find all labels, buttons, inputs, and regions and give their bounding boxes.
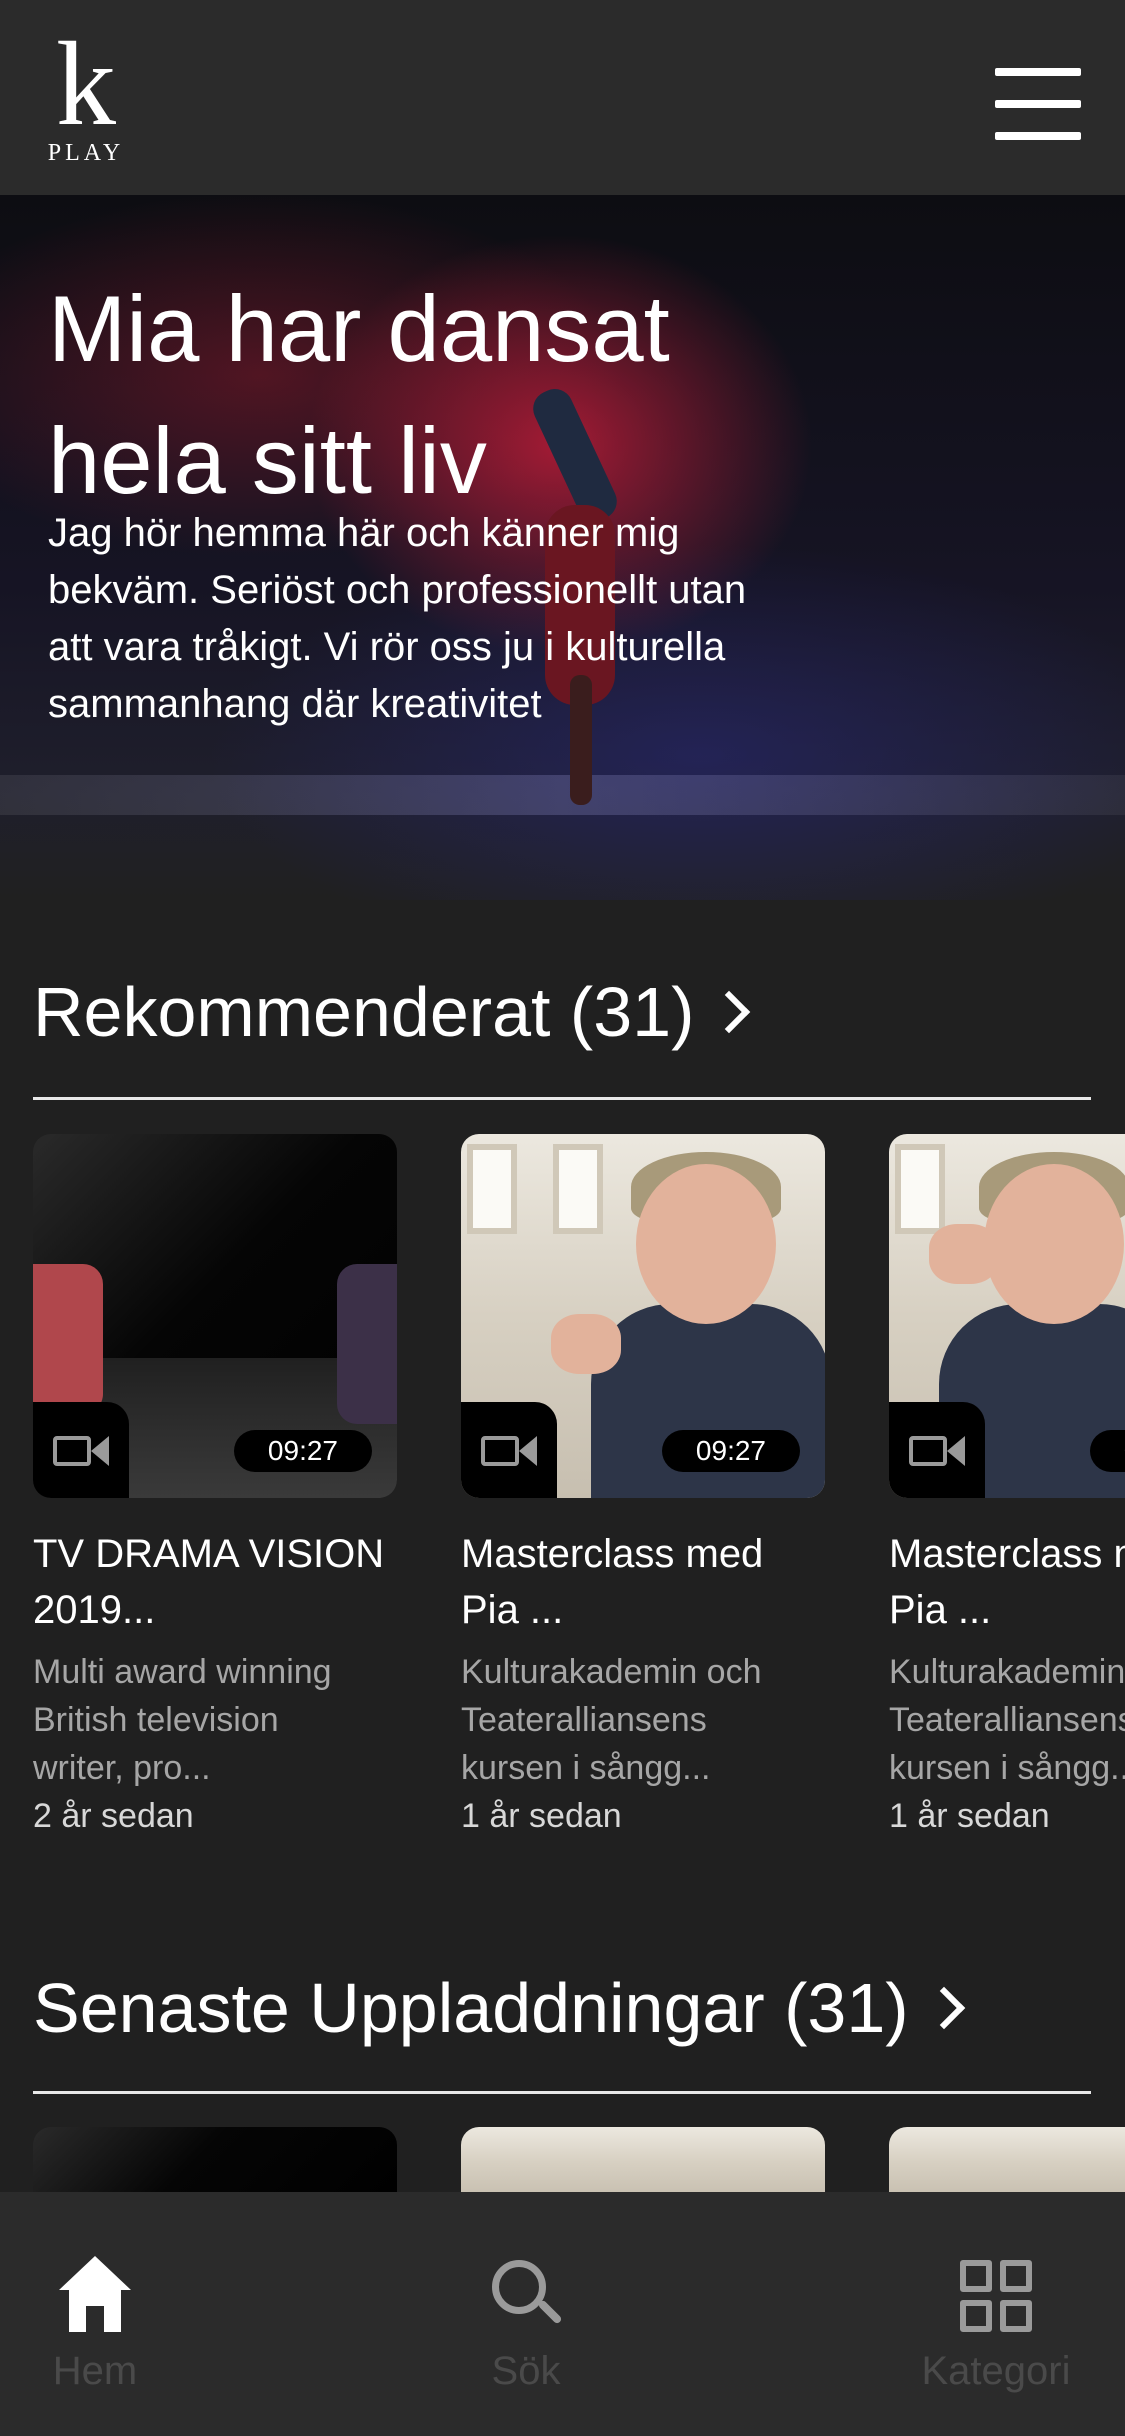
hero-text: Jag hör hemma här och känner mig bekväm.… [48, 511, 747, 726]
kplay-logo[interactable]: k PLAY [46, 24, 126, 174]
video-camera-icon [53, 1432, 109, 1468]
video-type-badge [461, 1402, 557, 1498]
video-thumbnail: 09:27 [461, 1134, 825, 1498]
nav-item-search[interactable]: Sök [396, 2192, 656, 2436]
menu-line [995, 132, 1081, 140]
section-title-label: Senaste Uppladdningar (31) [33, 1969, 909, 2047]
nav-item-home[interactable]: Hem [0, 2192, 225, 2436]
video-type-badge [33, 1402, 129, 1498]
nav-label: Sök [491, 2349, 561, 2393]
video-title: Masterclass med Pia ... [889, 1532, 1125, 1632]
section-divider [33, 1097, 1091, 1100]
nav-item-category[interactable]: Kategori [866, 2192, 1125, 2436]
menu-line [995, 100, 1081, 108]
nav-label: Hem [52, 2349, 138, 2393]
video-description: Kulturakademin och Teateralliansens kurs… [889, 1653, 1125, 1787]
video-title: TV DRAMA VISION 2019... [33, 1532, 385, 1632]
app-header: k PLAY [0, 0, 1125, 195]
grid-icon [956, 2256, 1036, 2336]
video-thumbnail[interactable] [33, 2127, 397, 2197]
logo-word: PLAY [47, 140, 125, 166]
video-title: Masterclass med Pia ... [461, 1532, 764, 1632]
video-thumbnail[interactable] [461, 2127, 825, 2197]
chevron-right-icon [922, 1986, 965, 2030]
search-icon [486, 2256, 566, 2336]
logo-letter: k [56, 17, 116, 150]
video-duration: 09:27 [661, 1430, 800, 1472]
section-title-latest-uploads[interactable]: Senaste Uppladdningar (31) [33, 1968, 965, 2048]
video-camera-icon [481, 1432, 537, 1468]
nav-label: Kategori [921, 2349, 1071, 2393]
section-divider [33, 2091, 1091, 2094]
video-type-badge [889, 1402, 985, 1498]
bottom-navigation: Hem Sök Kategori [0, 2192, 1125, 2436]
video-date: 1 år sedan [889, 1797, 1050, 1835]
chevron-right-icon [708, 990, 751, 1034]
video-description: Kulturakademin och Teateralliansens kurs… [461, 1653, 762, 1787]
video-thumbnail[interactable] [889, 2127, 1125, 2197]
section-title-label: Rekommenderat (31) [33, 973, 695, 1051]
video-description: Multi award winning British television w… [33, 1653, 332, 1787]
video-card[interactable]: 09:27 Masterclass med Pia ... Kulturakad… [461, 1134, 825, 1840]
hero-banner[interactable]: Mia har dansat hela sitt liv Jag hör hem… [0, 195, 1125, 900]
video-card[interactable]: 09:27 TV DRAMA VISION 2019... Multi awar… [33, 1134, 397, 1840]
hero-title: Mia har dansat hela sitt liv [48, 276, 670, 513]
video-thumbnail: 09:27 [889, 1134, 1125, 1498]
video-date: 1 år sedan [461, 1797, 622, 1835]
video-duration: 09:27 [233, 1430, 372, 1472]
home-icon [55, 2256, 135, 2336]
video-duration: 09:27 [1089, 1430, 1125, 1472]
menu-line [995, 68, 1081, 76]
video-card[interactable]: 09:27 Masterclass med Pia ... Kulturakad… [889, 1134, 1125, 1840]
hamburger-menu-icon[interactable] [995, 64, 1081, 144]
card-clip: 09:27 Masterclass med Pia ... Kulturakad… [889, 1134, 1125, 1874]
section-title-recommended[interactable]: Rekommenderat (31) [33, 972, 751, 1052]
video-date: 2 år sedan [33, 1797, 194, 1835]
video-thumbnail: 09:27 [33, 1134, 397, 1498]
video-camera-icon [909, 1432, 965, 1468]
